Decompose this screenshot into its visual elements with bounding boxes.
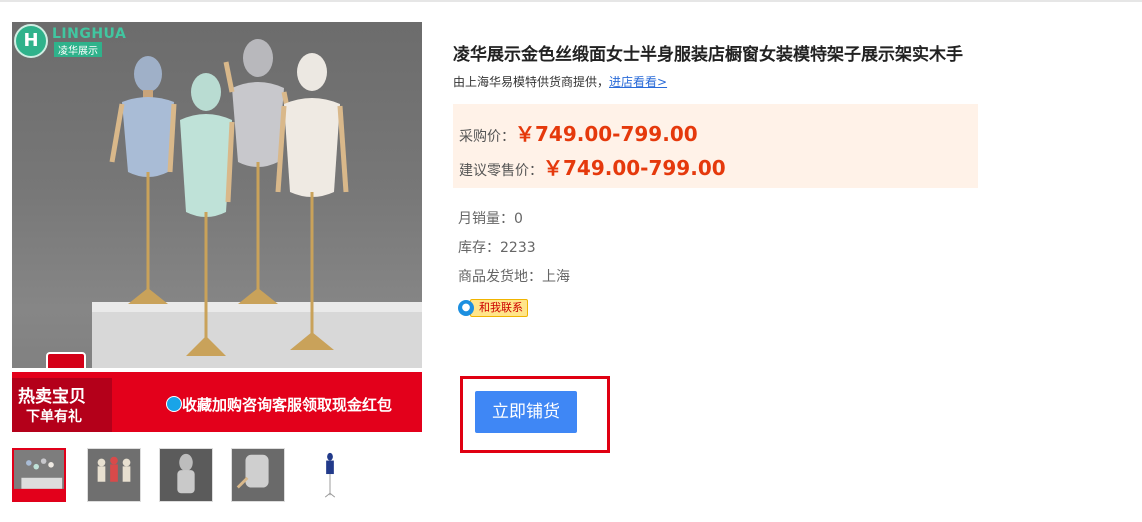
purchase-price-value: ￥749.00-799.00 — [515, 122, 698, 146]
thumbnail-5[interactable] — [303, 448, 357, 502]
contact-me-label: 和我联系 — [470, 299, 528, 317]
purchase-price-row: 采购价：￥749.00-799.00 — [459, 118, 698, 147]
retail-price-row: 建议零售价：￥749.00-799.00 — [459, 152, 726, 181]
top-divider — [0, 0, 1142, 2]
purchase-price-label: 采购价： — [459, 129, 515, 145]
brand-logo-text: LINGHUA — [52, 26, 127, 42]
thumbnail-1[interactable] — [12, 448, 66, 502]
brand-mark-icon: H — [14, 24, 48, 58]
thumbnail-4[interactable] — [231, 448, 285, 502]
promo-banner: 热卖宝贝 下单有礼 收藏加购咨询客服领取现金红包 — [12, 368, 422, 432]
brand-logo-subtext: 凌华展示 — [54, 42, 102, 57]
stock-count: 库存：2233 — [458, 240, 536, 256]
promo-banner-text: 收藏加购咨询客服领取现金红包 — [182, 396, 393, 414]
chat-bubble-icon: ● — [458, 300, 474, 316]
brand-logo: H LINGHUA 凌华展示 — [12, 22, 130, 62]
thumbnail-2[interactable] — [87, 448, 141, 502]
promo-tag-line2: 下单有礼 — [26, 409, 82, 425]
retail-price-label: 建议零售价： — [459, 163, 543, 179]
monthly-sales: 月销量：0 — [458, 211, 523, 227]
thumbnail-3[interactable] — [159, 448, 213, 502]
main-product-image[interactable]: H LINGHUA 凌华展示 热卖宝贝 下单有礼 收藏加购咨询客服领取现金红包 — [12, 22, 422, 432]
retail-price-value: ￥749.00-799.00 — [543, 156, 726, 180]
supplier-text: 由上海华易模特供货商提供， — [453, 75, 610, 89]
supplier-line: 由上海华易模特供货商提供，进店看看> — [453, 73, 667, 90]
contact-me-button[interactable]: ● 和我联系 — [458, 299, 528, 317]
customer-service-icon — [166, 396, 182, 412]
ship-from-location: 商品发货地：上海 — [458, 269, 570, 285]
product-title: 凌华展示金色丝缎面女士半身服装店橱窗女装模特架子展示架实木手 — [453, 45, 963, 65]
promo-tag: 热卖宝贝 下单有礼 — [12, 378, 112, 432]
price-box: 采购价：￥749.00-799.00 建议零售价：￥749.00-799.00 — [453, 104, 978, 188]
visit-store-link[interactable]: 进店看看> — [609, 75, 667, 89]
distribute-now-button[interactable]: 立即铺货 — [475, 391, 577, 433]
promo-tag-line1: 热卖宝贝 — [18, 387, 86, 407]
